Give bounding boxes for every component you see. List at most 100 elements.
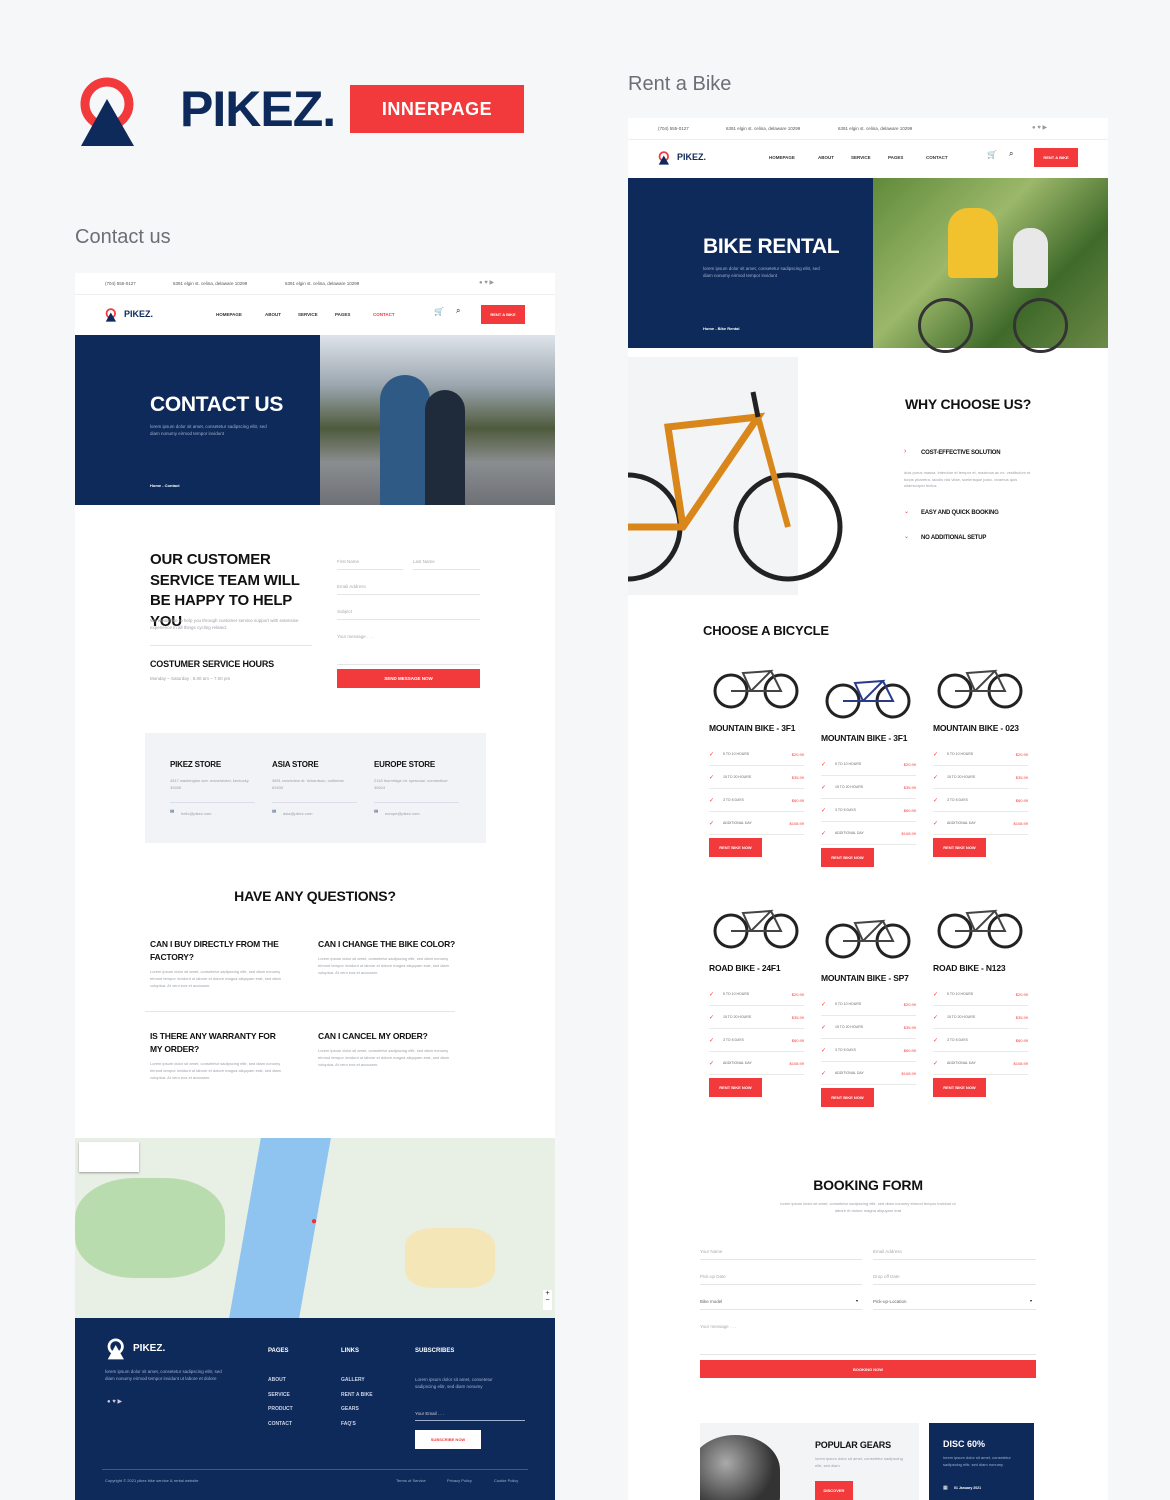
rent-bike-now-button[interactable]: RENT BIKE NOW xyxy=(933,838,986,857)
search-icon[interactable]: ⌕ xyxy=(456,306,460,316)
faq-question[interactable]: CAN I CANCEL MY ORDER? xyxy=(318,1030,458,1043)
rate-price: $35.99 xyxy=(1015,1015,1028,1020)
bike-model-select[interactable]: Bike model xyxy=(700,1299,862,1310)
why-item-2[interactable]: EASY AND QUICK BOOKING xyxy=(921,510,999,516)
first-name-input[interactable]: First Name xyxy=(337,559,403,570)
store-email[interactable]: hello@pikez.com xyxy=(181,810,212,817)
discover-button[interactable]: DISCOVER xyxy=(815,1481,853,1500)
why-item-1[interactable]: COST-EFFECTIVE SOLUTION xyxy=(921,450,1001,456)
terms-link[interactable]: Terms of Service xyxy=(396,1478,426,1483)
rate-price: $108.99 xyxy=(1013,1061,1028,1066)
rate-label: 3 TO 5 DAYS xyxy=(723,1038,744,1042)
rate-label: ADDITIONAL DAY xyxy=(835,1071,864,1075)
nav-about[interactable]: ABOUT xyxy=(818,155,834,160)
faq-item[interactable]: CAN I CANCEL MY ORDER? Lorem ipsum dolor… xyxy=(318,1030,458,1068)
contact-page-preview: (704) 555-0127 6391 elgin st. celina, de… xyxy=(75,273,555,1500)
nav-pages[interactable]: PAGES xyxy=(335,312,350,317)
send-message-button[interactable]: SEND MESSAGE NOW xyxy=(337,669,480,688)
email-input[interactable]: Email Address xyxy=(337,584,480,595)
footer-social-icons[interactable]: ● ♥ ▶ xyxy=(107,1398,122,1405)
map-info-card xyxy=(79,1142,139,1172)
search-icon[interactable]: ⌕ xyxy=(1009,149,1013,159)
faq-question[interactable]: CAN I BUY DIRECTLY FROM THE FACTORY? xyxy=(150,938,290,964)
your-name-input[interactable]: Your Name xyxy=(700,1249,862,1260)
rent-bike-now-button[interactable]: RENT BIKE NOW xyxy=(821,1088,874,1107)
faq-item[interactable]: IS THERE ANY WARRANTY FOR MY ORDER? Lore… xyxy=(150,1030,290,1081)
nav-homepage[interactable]: HOMEPAGE xyxy=(769,155,795,160)
divider xyxy=(145,1011,455,1012)
rent-bike-now-button[interactable]: RENT BIKE NOW xyxy=(709,838,762,857)
store-email[interactable]: asia@pikez.com xyxy=(283,810,312,817)
cart-icon[interactable]: 🛒 xyxy=(987,150,997,159)
cart-icon[interactable]: 🛒 xyxy=(434,307,444,316)
footer-link[interactable]: GEARS xyxy=(341,1406,359,1412)
social-icons[interactable]: ● ♥ ▶ xyxy=(1032,124,1047,131)
faq-question[interactable]: CAN I CHANGE THE BIKE COLOR? xyxy=(318,938,458,951)
envelope-icon: ✉ xyxy=(170,809,175,815)
breadcrumb[interactable]: Home - Bike Rental xyxy=(703,326,739,331)
chevron-down-icon[interactable]: ⌄ xyxy=(904,533,909,540)
rent-bike-now-button[interactable]: RENT BIKE NOW xyxy=(709,1078,762,1097)
booking-now-button[interactable]: BOOKING NOW xyxy=(700,1360,1036,1378)
cookie-link[interactable]: Cookie Policy xyxy=(494,1478,518,1483)
check-icon: ✓ xyxy=(821,785,827,791)
nav-contact[interactable]: CONTACT xyxy=(373,312,395,317)
last-name-input[interactable]: Last Name xyxy=(413,559,480,570)
chevron-right-icon[interactable]: › xyxy=(904,448,906,455)
check-icon: ✓ xyxy=(821,808,827,814)
footer-link[interactable]: GALLERY xyxy=(341,1377,365,1383)
message-textarea[interactable]: Your message . . . xyxy=(337,634,480,665)
privacy-link[interactable]: Privacy Policy xyxy=(447,1478,472,1483)
footer-page-link[interactable]: CONTACT xyxy=(268,1421,292,1427)
faq-item[interactable]: CAN I CHANGE THE BIKE COLOR? Lorem ipsum… xyxy=(318,938,458,976)
booking-title: BOOKING FORM xyxy=(813,1177,923,1193)
footer-link[interactable]: FAQ'S xyxy=(341,1421,356,1427)
nav-pages[interactable]: PAGES xyxy=(888,155,903,160)
nav-homepage[interactable]: HOMEPAGE xyxy=(216,312,242,317)
hours-title: COSTUMER SERVICE HOURS xyxy=(150,659,274,669)
social-icons[interactable]: ● ♥ ▶ xyxy=(479,279,494,286)
message-textarea[interactable]: Your message . . . xyxy=(700,1324,1036,1355)
caret-down-icon[interactable]: ▾ xyxy=(856,1298,858,1303)
subscribe-button[interactable]: SUBSCRIBE NOW xyxy=(415,1430,481,1449)
faq-item[interactable]: CAN I BUY DIRECTLY FROM THE FACTORY? Lor… xyxy=(150,938,290,989)
rent-bike-now-button[interactable]: RENT BIKE NOW xyxy=(933,1078,986,1097)
phone: (704) 555-0127 xyxy=(105,281,136,286)
map-river xyxy=(229,1138,331,1318)
gears-title: POPULAR GEARS xyxy=(815,1440,891,1450)
map[interactable]: ● + − xyxy=(75,1138,555,1318)
email-input[interactable]: Email Address xyxy=(873,1249,1036,1260)
breadcrumb[interactable]: Home - Contact xyxy=(150,483,180,488)
rent-a-bike-button[interactable]: RENT A BIKE xyxy=(1034,148,1078,167)
footer-link[interactable]: RENT A BIKE xyxy=(341,1392,373,1398)
footer-page-link[interactable]: ABOUT xyxy=(268,1377,286,1383)
subscribe-email-input[interactable]: Your Email . . . xyxy=(415,1411,525,1421)
rent-a-bike-button[interactable]: RENT A BIKE xyxy=(481,305,525,324)
pickup-location-select[interactable]: Pick-up-Location xyxy=(873,1299,1036,1310)
rent-bike-now-button[interactable]: RENT BIKE NOW xyxy=(821,848,874,867)
nav-contact[interactable]: CONTACT xyxy=(926,155,948,160)
pickup-date-input[interactable]: Pick-up Date xyxy=(700,1274,862,1285)
chevron-down-icon[interactable]: ⌄ xyxy=(904,508,909,515)
rate-price: $35.99 xyxy=(1015,775,1028,780)
footer-page-link[interactable]: SERVICE xyxy=(268,1392,290,1398)
bike-card: MOUNTAIN BIKE - 3F1 ✓ 5 TO 10 HOURS $20.99… xyxy=(821,733,916,867)
map-zoom-control[interactable]: + − xyxy=(543,1290,552,1310)
nav-service[interactable]: SERVICE xyxy=(298,312,318,317)
nav-service[interactable]: SERVICE xyxy=(851,155,871,160)
subject-input[interactable]: Subject xyxy=(337,609,480,620)
check-icon: ✓ xyxy=(821,831,827,837)
map-pin-icon[interactable]: ● xyxy=(311,1216,317,1227)
map-area xyxy=(405,1228,495,1288)
footer-page-link[interactable]: PRODUCT xyxy=(268,1406,293,1412)
caret-down-icon[interactable]: ▾ xyxy=(1030,1298,1032,1303)
store-email[interactable]: europe@pikez.com xyxy=(385,810,420,817)
why-item-3[interactable]: NO ADDITIONAL SETUP xyxy=(921,535,986,541)
rate-price: $35.99 xyxy=(903,1025,916,1030)
copyright: Copyright © 2021 pikez bike service & re… xyxy=(105,1478,199,1483)
faq-question[interactable]: IS THERE ANY WARRANTY FOR MY ORDER? xyxy=(150,1030,290,1056)
bicycle-icon xyxy=(825,919,911,959)
nav-about[interactable]: ABOUT xyxy=(265,312,281,317)
dropoff-date-input[interactable]: Drop off Date xyxy=(873,1274,1036,1285)
brand-name: PIKEZ. xyxy=(180,81,336,137)
